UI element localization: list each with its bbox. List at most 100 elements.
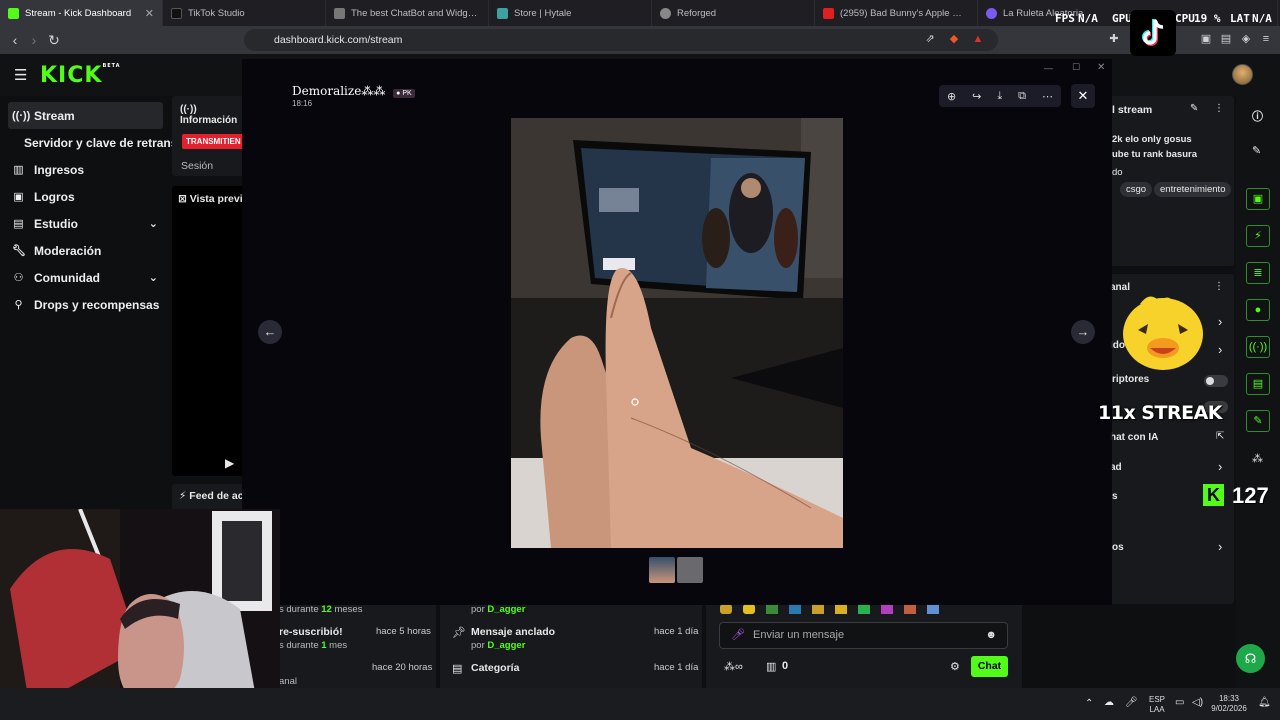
keyboard-language[interactable]: ESP LAA: [1148, 695, 1166, 715]
edit-icon[interactable]: ✎: [1190, 103, 1198, 114]
feed-text: s durante: [279, 640, 322, 651]
notifications-icon[interactable]: 🔔︎: [1258, 697, 1271, 708]
qr-icon[interactable]: ▣: [1246, 188, 1270, 210]
emote-icon[interactable]: [743, 604, 755, 614]
volume-icon[interactable]: ◁): [1192, 697, 1203, 708]
sidebar-item-drops[interactable]: ⚲ Drops y recompensas: [0, 291, 172, 318]
brave-shield-icon[interactable]: ◆: [946, 31, 962, 47]
sidebar-item-server-key[interactable]: Servidor y clave de retransmisión: [0, 129, 172, 156]
sidebar-item-stream[interactable]: ((·)) Stream: [8, 102, 163, 129]
chat-send-button[interactable]: Chat: [971, 656, 1008, 677]
browser-tab[interactable]: Stream - Kick Dashboard ✕: [0, 0, 163, 26]
emote-icon[interactable]: [789, 604, 801, 614]
emote-icon[interactable]: [766, 604, 778, 614]
wallet-icon[interactable]: ▤: [1218, 31, 1234, 47]
open-external-icon[interactable]: ⧉: [1018, 90, 1026, 103]
share-icon[interactable]: ⇗: [922, 31, 938, 47]
minimize-icon[interactable]: —: [1044, 63, 1053, 73]
zoom-in-icon[interactable]: ⊕: [947, 90, 956, 103]
tag[interactable]: entretenimiento: [1154, 182, 1232, 197]
chat-input[interactable]: 🎤︎ Enviar un mensaje ☻: [719, 622, 1008, 649]
network-icon[interactable]: ▭: [1175, 697, 1184, 708]
emote-icon[interactable]: [904, 604, 916, 614]
more-options-icon[interactable]: ⋮: [1214, 103, 1224, 114]
emoji-icon[interactable]: ☻: [985, 623, 997, 648]
chevron-right-icon[interactable]: ›: [1218, 539, 1222, 554]
chevron-right-icon[interactable]: ›: [1218, 342, 1222, 357]
previous-image-arrow-icon[interactable]: ←: [258, 320, 282, 344]
pencil-icon[interactable]: ✎: [1252, 144, 1261, 157]
list-icon[interactable]: ≣: [1246, 262, 1270, 284]
reload-icon[interactable]: ↻: [44, 32, 64, 49]
window-close-icon[interactable]: ✕: [1097, 62, 1105, 73]
emote-icon[interactable]: [927, 604, 939, 614]
emote-icon[interactable]: [881, 604, 893, 614]
modal-close-button[interactable]: ✕: [1071, 84, 1095, 108]
wrench-icon[interactable]: ✎: [1246, 410, 1270, 432]
sidebar-item-moderacion[interactable]: 🔧︎ Moderación: [0, 237, 172, 264]
sidebar-item-label: Logros: [34, 189, 75, 204]
back-icon[interactable]: ‹: [5, 32, 25, 48]
sidebar-item-comunidad[interactable]: ⚇ Comunidad ⌄: [0, 264, 172, 291]
thumbnail-image[interactable]: [677, 557, 703, 583]
duck-emote: [1120, 290, 1206, 372]
more-options-icon[interactable]: ⋮: [1214, 281, 1224, 292]
next-image-arrow-icon[interactable]: →: [1071, 320, 1095, 344]
rewards-icon[interactable]: ▲: [970, 31, 986, 47]
user-avatar[interactable]: [1232, 64, 1253, 85]
taskbar-clock[interactable]: 18:33 9/02/2026: [1208, 694, 1250, 714]
onedrive-icon[interactable]: ☁: [1104, 697, 1114, 708]
kick-logo[interactable]: KICKBETA: [40, 63, 121, 88]
address-bar[interactable]: dashboard.kick.com/stream: [244, 29, 998, 51]
emote-icon[interactable]: [812, 604, 824, 614]
info-icon[interactable]: ⓘ: [1252, 108, 1263, 124]
browser-tab[interactable]: Store | Hytale: [489, 0, 652, 26]
store-icon[interactable]: ▤: [1246, 373, 1270, 395]
chat-bubble-icon[interactable]: ●: [1246, 299, 1270, 321]
lightning-icon[interactable]: ⚡: [1246, 225, 1270, 247]
share-nodes-icon[interactable]: ⁂: [1252, 452, 1263, 465]
thumbnail-image[interactable]: [649, 557, 675, 583]
sidebar-item-estudio[interactable]: ▤ Estudio ⌄: [0, 210, 172, 237]
emote-icon[interactable]: [858, 604, 870, 614]
broadcast-icon[interactable]: ((·)): [1246, 336, 1270, 358]
feed-user[interactable]: D_agger: [487, 640, 525, 651]
sidebar-toggle-icon[interactable]: ▣: [1198, 31, 1214, 47]
browser-tab[interactable]: Reforged: [652, 0, 815, 26]
emote-icon[interactable]: [835, 604, 847, 614]
chevron-right-icon[interactable]: ›: [1218, 459, 1222, 474]
sidebar-item-logros[interactable]: ▣ Logros: [0, 183, 172, 210]
browser-tab[interactable]: TikTok Studio: [163, 0, 326, 26]
support-chat-icon[interactable]: ☊: [1236, 644, 1265, 673]
extensions-icon[interactable]: ✚: [1106, 31, 1122, 47]
external-link-icon[interactable]: ⇱: [1216, 431, 1224, 442]
sidebar-item-ingresos[interactable]: ▥ Ingresos: [0, 156, 172, 183]
browser-tab[interactable]: The best ChatBot and Widgets for Ki: [326, 0, 489, 26]
maximize-icon[interactable]: ☐: [1072, 62, 1080, 73]
tag[interactable]: csgo: [1120, 182, 1153, 197]
browser-tab[interactable]: (2959) Bad Bunny's Apple Music Sup: [815, 0, 978, 26]
follower-count: 127: [1232, 483, 1269, 508]
pin-icon: 📌︎: [452, 627, 466, 639]
close-tab-icon[interactable]: ✕: [145, 7, 154, 20]
settings-gear-icon[interactable]: ⚙: [950, 660, 960, 673]
play-icon[interactable]: ▶: [225, 456, 234, 470]
stream-panel-title: l stream: [1112, 104, 1153, 116]
feed-user[interactable]: D_agger: [487, 604, 525, 615]
microphone-icon[interactable]: 🎤︎: [1125, 697, 1138, 708]
vpn-icon[interactable]: ◈: [1238, 31, 1254, 47]
forward-icon[interactable]: ›: [24, 32, 44, 48]
hamburger-menu-icon[interactable]: ☰: [14, 66, 27, 84]
download-icon[interactable]: ⤓: [997, 90, 1002, 103]
feed-title-text: Feed de ac: [189, 490, 244, 502]
users-infinity-icon[interactable]: ⁂∞: [724, 660, 743, 673]
menu-icon[interactable]: ≡: [1258, 31, 1274, 47]
mic-icon[interactable]: 🎤︎: [731, 623, 745, 648]
gift-icon[interactable]: ▥: [766, 660, 776, 673]
more-icon[interactable]: ⋯: [1042, 90, 1053, 103]
forward-icon[interactable]: ↪: [972, 90, 981, 103]
chevron-right-icon[interactable]: ›: [1218, 314, 1222, 329]
tray-chevron-up-icon[interactable]: ⌃: [1085, 698, 1093, 709]
emote-icon[interactable]: [720, 604, 732, 614]
subscribers-toggle[interactable]: [1204, 375, 1228, 387]
